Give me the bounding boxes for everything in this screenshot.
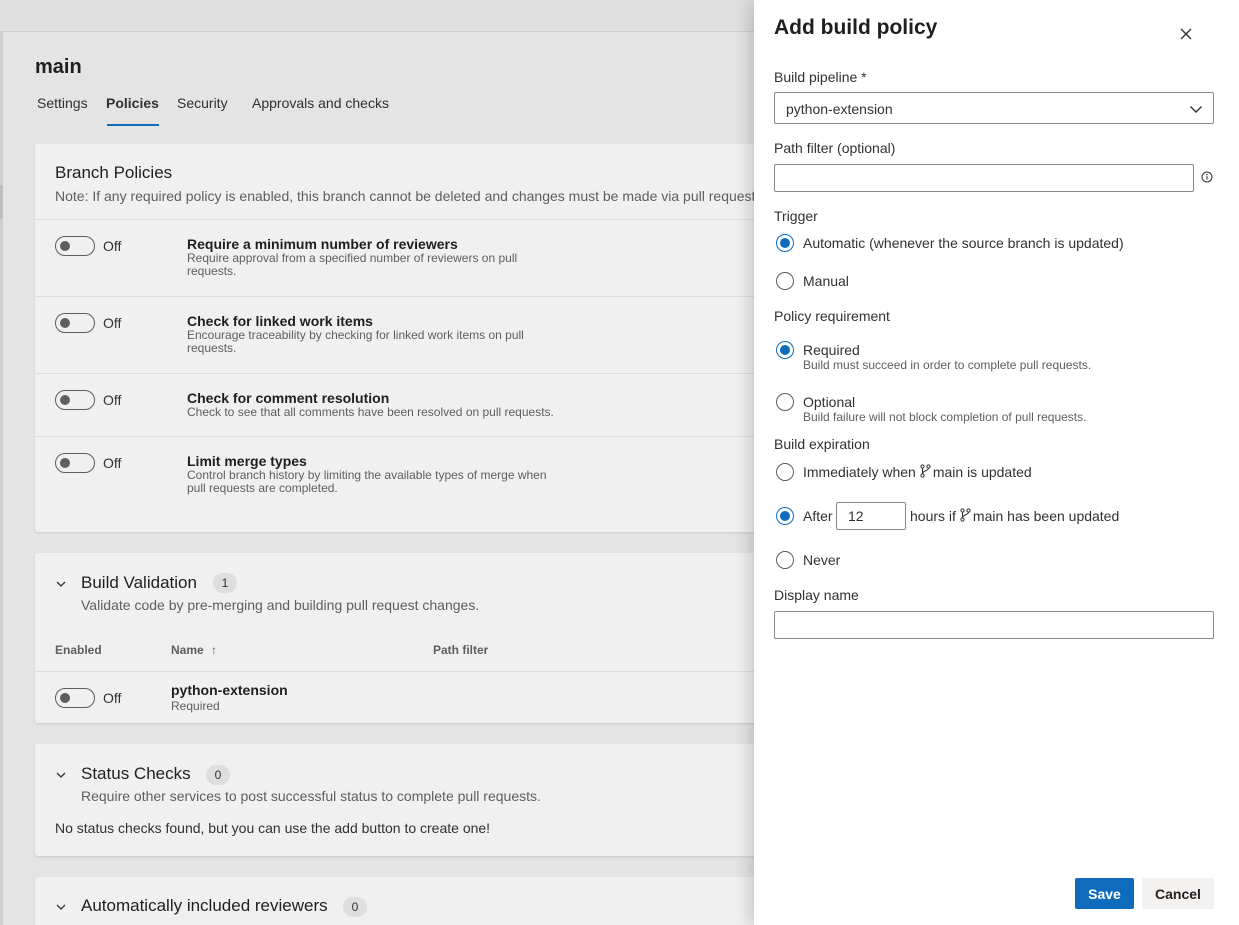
auto-reviewers-card: Automatically included reviewers 0 [35,877,765,925]
branch-icon [960,508,971,522]
policy-title: Require a minimum number of reviewers [187,236,458,252]
policy-requirement-label: Policy requirement [774,308,890,324]
active-tab-indicator [107,124,159,126]
trigger-automatic-label[interactable]: Automatic (whenever the source branch is… [803,235,1124,251]
toggle-state-label: Off [103,455,122,471]
save-button[interactable]: Save [1075,878,1134,909]
expiration-after-suffix: hours if main has been updated [910,508,1119,524]
requirement-required-description: Build must succeed in order to complete … [803,358,1092,372]
divider [35,373,765,374]
expiration-immediately-prefix: Immediately when [803,464,916,480]
expiration-immediately-label[interactable]: Immediately when main is updated [803,464,1032,480]
trigger-manual-radio[interactable] [776,272,794,290]
branch-policies-note: Note: If any required policy is enabled,… [55,188,760,204]
status-checks-title: Status Checks [81,764,191,783]
requirement-optional-description: Build failure will not block completion … [803,410,1087,424]
add-build-policy-panel: Add build policy Build pipeline * python… [754,0,1239,925]
branch-policies-title: Branch Policies [55,163,173,182]
build-pipeline-label: Build pipeline * [774,69,867,85]
display-name-label: Display name [774,587,859,603]
info-icon[interactable] [1201,171,1213,183]
status-checks-empty-message: No status checks found, but you can use … [55,820,491,836]
branch-name-title: main [35,56,82,78]
expiration-immediately-suffix: main is updated [932,464,1032,480]
policy-title: Check for comment resolution [187,390,390,406]
build-validation-title: Build Validation [81,573,197,592]
close-button[interactable] [1174,22,1198,46]
build-pipeline-dropdown[interactable]: python-extension [774,92,1214,124]
expiration-hours-if-text: hours if [910,508,956,524]
chevron-down-icon[interactable] [56,579,66,589]
build-expiration-label: Build expiration [774,436,870,452]
tab-security[interactable]: Security [177,95,228,111]
divider [35,436,765,437]
build-policy-enabled-toggle[interactable] [55,688,95,708]
column-header-name-label: Name [171,643,204,657]
build-validation-description: Validate code by pre-merging and buildin… [81,597,480,613]
sort-ascending-icon: ↑ [211,643,218,657]
toggle-state-label: Off [103,392,122,408]
requirement-optional-radio[interactable] [776,393,794,411]
trigger-label: Trigger [774,208,818,224]
policy-description: Require approval from a specified number… [187,251,518,278]
toggle-state-label: Off [103,238,122,254]
status-checks-description: Require other services to post successfu… [81,788,541,804]
toggle-state-label: Off [103,690,122,706]
column-header-path-filter[interactable]: Path filter [433,643,488,657]
requirement-required-radio[interactable] [776,341,794,359]
expiration-never-label[interactable]: Never [803,552,840,568]
divider [35,296,765,297]
expiration-hours-input[interactable] [836,502,906,530]
left-nav-selected-marker [0,185,3,219]
column-header-enabled[interactable]: Enabled [55,643,102,657]
requirement-required-label[interactable]: Required [803,342,860,358]
limit-merge-types-toggle[interactable] [55,453,95,473]
close-icon [1180,28,1192,40]
build-policy-requirement: Required [171,699,220,713]
toggle-state-label: Off [103,315,122,331]
cancel-button[interactable]: Cancel [1142,878,1214,909]
auto-reviewers-title: Automatically included reviewers [81,896,328,915]
requirement-optional-label[interactable]: Optional [803,394,855,410]
policy-title: Limit merge types [187,453,307,469]
path-filter-label: Path filter (optional) [774,140,896,156]
comment-resolution-toggle[interactable] [55,390,95,410]
divider [35,671,765,672]
divider [35,219,765,220]
column-header-name[interactable]: Name ↑ [171,643,217,657]
chevron-down-icon [1190,106,1202,113]
expiration-never-radio[interactable] [776,551,794,569]
expiration-after-radio[interactable] [776,507,794,525]
policy-title: Check for linked work items [187,313,373,329]
policy-description: Encourage traceability by checking for l… [187,328,524,355]
tab-settings[interactable]: Settings [37,95,88,111]
chevron-down-icon[interactable] [56,770,66,780]
count-badge: 0 [343,897,367,917]
expiration-immediately-radio[interactable] [776,463,794,481]
tab-approvals-and-checks[interactable]: Approvals and checks [252,95,389,111]
panel-title: Add build policy [774,16,938,39]
trigger-manual-label[interactable]: Manual [803,273,849,289]
build-policy-name[interactable]: python-extension [171,682,288,698]
expiration-after-prefix[interactable]: After [803,508,833,524]
tab-policies[interactable]: Policies [106,95,159,111]
min-reviewers-toggle[interactable] [55,236,95,256]
count-badge: 0 [206,765,230,785]
build-pipeline-value: python-extension [786,101,893,117]
display-name-input[interactable] [774,611,1214,639]
expiration-branch-updated-text: main has been updated [972,508,1120,524]
build-validation-card: Build Validation 1 Validate code by pre-… [35,553,765,723]
linked-work-items-toggle[interactable] [55,313,95,333]
trigger-automatic-radio[interactable] [776,234,794,252]
path-filter-input[interactable] [774,164,1194,192]
branch-policies-card: Branch Policies Note: If any required po… [35,144,765,532]
chevron-down-icon[interactable] [56,902,66,912]
status-checks-card: Status Checks 0 Require other services t… [35,744,765,856]
left-nav-strip [0,32,3,925]
count-badge: 1 [213,573,237,593]
branch-icon [920,464,931,478]
policy-description: Control branch history by limiting the a… [187,468,547,495]
policy-description: Check to see that all comments have been… [187,405,554,419]
